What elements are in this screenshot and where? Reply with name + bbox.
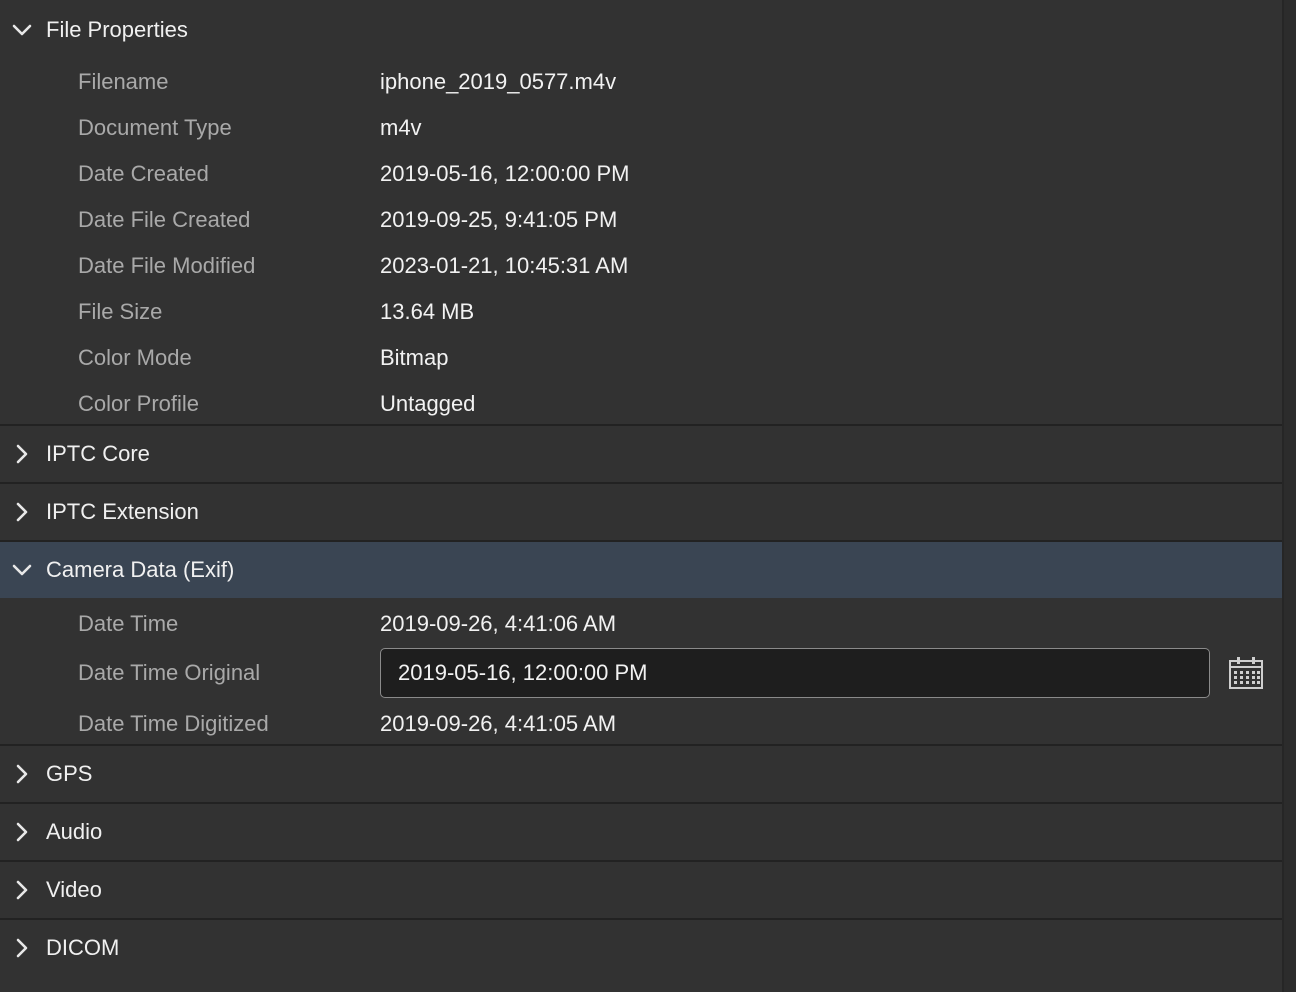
section-title: Video [46,877,102,902]
scrollbar-track[interactable] [1284,0,1296,992]
section-title: DICOM [46,935,120,960]
chevron-right-icon [16,880,28,900]
section-title: Camera Data (Exif) [46,557,235,582]
property-label: Document Type [78,115,232,140]
chevron-right-icon [16,938,28,958]
property-value[interactable]: Bitmap [380,345,448,371]
property-label: Date File Created [78,207,251,232]
property-row-file-size: File Size 13.64 MB [0,289,1282,335]
property-value[interactable]: 2019-05-16, 12:00:00 PM [380,161,630,187]
calendar-icon[interactable] [1228,656,1264,690]
property-row-color-mode: Color Mode Bitmap [0,335,1282,381]
property-value[interactable]: 13.64 MB [380,299,474,325]
section-header-dicom[interactable]: DICOM [0,920,1282,976]
property-label: File Size [78,299,163,324]
chevron-down-icon [12,24,32,36]
property-value[interactable]: m4v [380,115,422,141]
property-row-document-type: Document Type m4v [0,105,1282,151]
property-label: Date Time [78,611,179,636]
section-title: GPS [46,761,93,786]
property-value[interactable]: 2019-09-26, 4:41:05 AM [380,711,616,737]
section-header-audio[interactable]: Audio [0,804,1282,860]
chevron-right-icon [16,822,28,842]
property-row-date-file-modified: Date File Modified 2023-01-21, 10:45:31 … [0,243,1282,289]
property-label: Color Profile [78,391,200,416]
property-label: Date File Modified [78,253,256,278]
section-header-video[interactable]: Video [0,862,1282,918]
property-row-date-file-created: Date File Created 2019-09-25, 9:41:05 PM [0,197,1282,243]
date-time-original-input[interactable] [380,648,1210,698]
property-value[interactable]: 2019-09-25, 9:41:05 PM [380,207,617,233]
section-header-camera-data[interactable]: Camera Data (Exif) [0,542,1282,598]
property-label: Date Time Digitized [78,711,269,736]
property-label: Filename [78,69,169,94]
section-header-iptc-core[interactable]: IPTC Core [0,426,1282,482]
property-row-date-time-digitized: Date Time Digitized 2019-09-26, 4:41:05 … [0,701,1282,747]
chevron-down-icon [12,564,32,576]
property-label: Date Time Original [78,660,261,685]
section-header-iptc-extension[interactable]: IPTC Extension [0,484,1282,540]
section-title: File Properties [46,17,188,42]
section-header-file-properties[interactable]: File Properties [0,2,1282,58]
section-title: Audio [46,819,103,844]
property-row-date-created: Date Created 2019-05-16, 12:00:00 PM [0,151,1282,197]
property-row-color-profile: Color Profile Untagged [0,381,1282,427]
property-value[interactable]: 2023-01-21, 10:45:31 AM [380,253,628,279]
section-title: IPTC Core [46,441,150,466]
chevron-right-icon [16,502,28,522]
property-value[interactable]: iphone_2019_0577.m4v [380,69,616,95]
section-header-gps[interactable]: GPS [0,746,1282,802]
property-value[interactable]: Untagged [380,391,475,417]
property-row-date-time: Date Time 2019-09-26, 4:41:06 AM [0,601,1282,647]
property-label: Date Created [78,161,209,186]
section-title: IPTC Extension [46,499,199,524]
property-label: Color Mode [78,345,192,370]
metadata-panel: File Properties Filename iphone_2019_057… [0,0,1282,992]
property-row-filename: Filename iphone_2019_0577.m4v [0,59,1282,105]
chevron-right-icon [16,444,28,464]
property-value[interactable]: 2019-09-26, 4:41:06 AM [380,611,616,637]
chevron-right-icon [16,764,28,784]
